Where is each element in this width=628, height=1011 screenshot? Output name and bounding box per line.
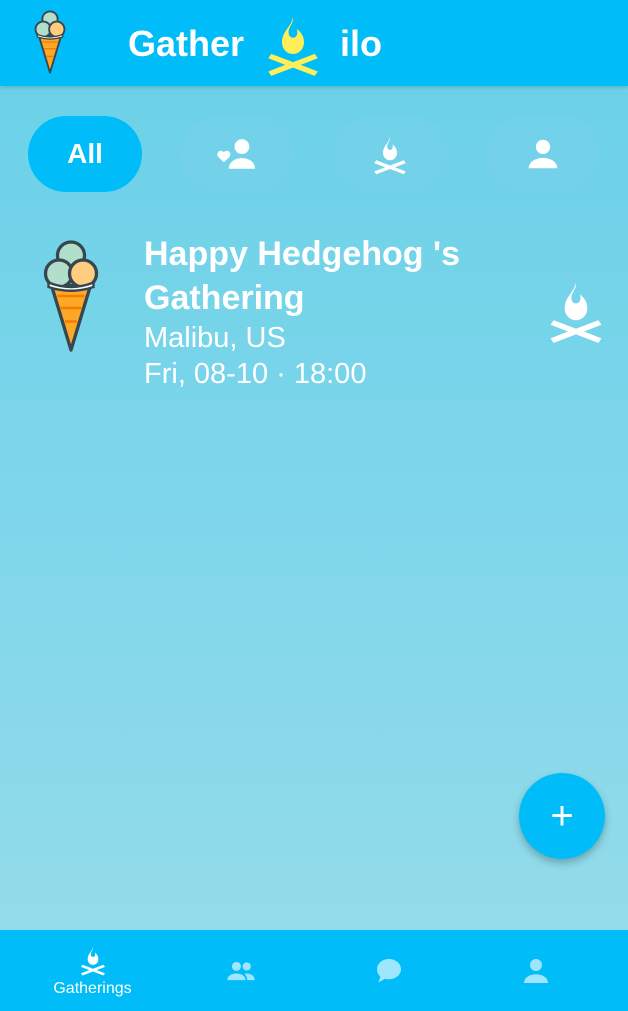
app-title-left: Gather [128, 23, 245, 64]
gathering-info: Happy Hedgehog 's Gathering Malibu, US F… [144, 232, 524, 392]
app-title: Gather ilo [128, 8, 382, 80]
campfire-icon [77, 944, 109, 976]
add-icon: + [550, 794, 574, 838]
person-icon [520, 955, 552, 987]
nav-chat[interactable] [310, 930, 467, 1011]
people-icon [225, 955, 257, 987]
nav-people[interactable] [162, 930, 319, 1011]
bottom-navigation: Gatherings [0, 930, 628, 1011]
gathering-title: Happy Hedgehog 's Gathering [144, 235, 461, 317]
favorite-person-icon [214, 134, 260, 174]
gathering-list-item[interactable]: Happy Hedgehog 's Gathering Malibu, US F… [0, 226, 628, 406]
chat-icon [373, 955, 405, 987]
gathering-datetime: Fri, 08-10 · 18:00 [144, 358, 367, 390]
campfire-icon [369, 133, 411, 175]
nav-profile[interactable] [457, 930, 614, 1011]
ice-cream-icon [30, 8, 70, 76]
filter-favorites-tab[interactable] [180, 116, 294, 192]
filter-mine-tab[interactable] [486, 116, 600, 192]
campfire-icon [260, 11, 326, 77]
filter-tabs: All [28, 116, 600, 192]
app-title-right: ilo [340, 23, 383, 64]
filter-all-label: All [67, 138, 103, 169]
campfire-icon [542, 276, 610, 344]
app-bar: Gather ilo [0, 0, 628, 86]
filter-gatherings-tab[interactable] [333, 116, 447, 192]
filter-all-tab[interactable]: All [28, 116, 142, 192]
add-gathering-button[interactable]: + [519, 773, 605, 859]
nav-gatherings[interactable]: Gatherings [14, 930, 171, 1011]
ice-cream-icon [40, 236, 102, 356]
person-icon [524, 135, 562, 173]
nav-gatherings-label: Gatherings [53, 979, 132, 997]
gathering-location: Malibu, US [144, 322, 286, 354]
